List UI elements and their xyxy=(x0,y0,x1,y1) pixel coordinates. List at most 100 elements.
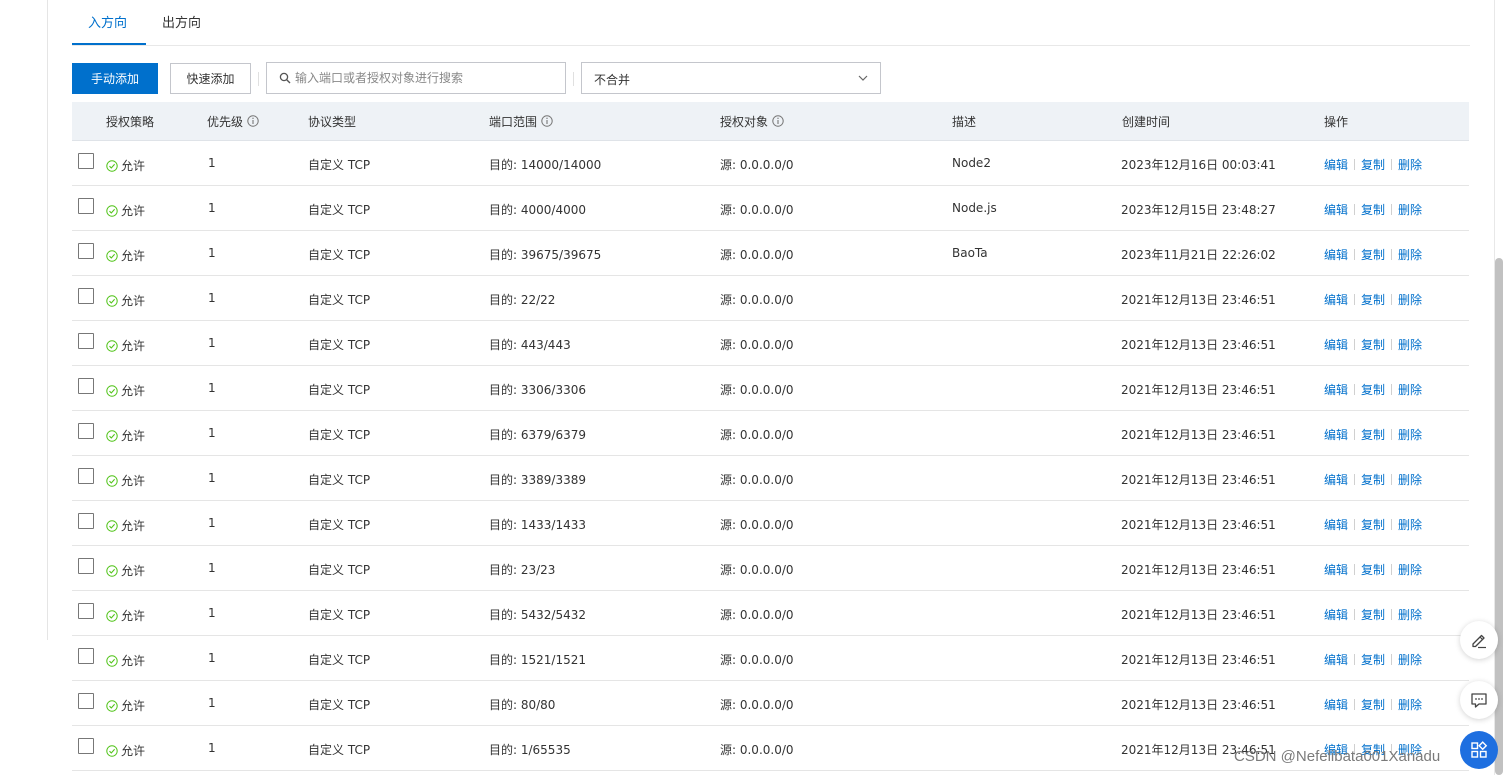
port-range-cell: 目的: 1/65535 xyxy=(489,743,571,757)
delete-link[interactable]: 删除 xyxy=(1398,428,1422,442)
chat-icon xyxy=(1471,693,1487,708)
manual-add-button[interactable]: 手动添加 xyxy=(72,63,158,94)
edit-link[interactable]: 编辑 xyxy=(1324,563,1348,577)
delete-link[interactable]: 删除 xyxy=(1398,158,1422,172)
port-range-cell: 目的: 80/80 xyxy=(489,698,556,712)
row-checkbox[interactable] xyxy=(78,468,94,484)
copy-link[interactable]: 复制 xyxy=(1361,383,1385,397)
search-input[interactable] xyxy=(295,63,561,93)
row-actions: 编辑 复制 删除 xyxy=(1324,201,1422,218)
row-checkbox[interactable] xyxy=(78,738,94,754)
delete-link[interactable]: 删除 xyxy=(1398,698,1422,712)
tab-inbound[interactable]: 入方向 xyxy=(88,14,127,34)
policy-label: 允许 xyxy=(121,519,146,533)
port-range-cell: 目的: 22/22 xyxy=(489,293,556,307)
edit-link[interactable]: 编辑 xyxy=(1324,518,1348,532)
edit-link[interactable]: 编辑 xyxy=(1324,203,1348,217)
policy-cell: 允许 xyxy=(106,742,145,759)
delete-link[interactable]: 删除 xyxy=(1398,653,1422,667)
row-checkbox[interactable] xyxy=(78,333,94,349)
row-checkbox[interactable] xyxy=(78,558,94,574)
edit-link[interactable]: 编辑 xyxy=(1324,338,1348,352)
edit-link[interactable]: 编辑 xyxy=(1324,653,1348,667)
copy-link[interactable]: 复制 xyxy=(1361,518,1385,532)
copy-link[interactable]: 复制 xyxy=(1361,248,1385,262)
column-header-priority: 优先级 xyxy=(207,113,259,130)
copy-link[interactable]: 复制 xyxy=(1361,203,1385,217)
delete-link[interactable]: 删除 xyxy=(1398,248,1422,262)
row-actions: 编辑 复制 删除 xyxy=(1324,696,1422,713)
policy-label: 允许 xyxy=(121,249,146,263)
copy-link[interactable]: 复制 xyxy=(1361,428,1385,442)
copy-link[interactable]: 复制 xyxy=(1361,338,1385,352)
apps-button[interactable] xyxy=(1460,731,1498,769)
policy-cell: 允许 xyxy=(106,337,145,354)
chat-button[interactable] xyxy=(1460,681,1498,719)
copy-link[interactable]: 复制 xyxy=(1361,293,1385,307)
delete-link[interactable]: 删除 xyxy=(1398,608,1422,622)
edit-link[interactable]: 编辑 xyxy=(1324,248,1348,262)
edit-link[interactable]: 编辑 xyxy=(1324,698,1348,712)
delete-link[interactable]: 删除 xyxy=(1398,338,1422,352)
port-range-cell: 目的: 1433/1433 xyxy=(489,518,586,532)
table-body: 允许 1 自定义 TCP 目的: 14000/14000 源: 0.0.0.0/0 Nod… xyxy=(72,141,1469,771)
priority-cell: 1 xyxy=(208,561,216,575)
row-checkbox[interactable] xyxy=(78,648,94,664)
quick-add-button[interactable]: 快速添加 xyxy=(170,63,251,94)
row-checkbox[interactable] xyxy=(78,603,94,619)
check-circle-icon xyxy=(106,655,118,667)
edit-link[interactable]: 编辑 xyxy=(1324,383,1348,397)
row-checkbox[interactable] xyxy=(78,513,94,529)
copy-link[interactable]: 复制 xyxy=(1361,698,1385,712)
policy-label: 允许 xyxy=(121,609,146,623)
table-row: 允许 1 自定义 TCP 目的: 443/443 源: 0.0.0.0/0 2021年12… xyxy=(72,321,1469,366)
tab-outbound[interactable]: 出方向 xyxy=(162,14,201,34)
column-header-source: 授权对象 xyxy=(720,113,784,130)
info-icon[interactable] xyxy=(247,115,259,127)
apps-grid-icon xyxy=(1471,741,1488,758)
row-checkbox[interactable] xyxy=(78,243,94,259)
watermark: CSDN @Nefelibata001Xanadu xyxy=(1234,748,1441,765)
row-checkbox[interactable] xyxy=(78,153,94,169)
port-range-cell: 目的: 3306/3306 xyxy=(489,383,586,397)
priority-cell: 1 xyxy=(208,606,216,620)
column-header-port-range-label: 端口范围 xyxy=(489,115,538,129)
row-actions: 编辑 复制 删除 xyxy=(1324,426,1422,443)
delete-link[interactable]: 删除 xyxy=(1398,473,1422,487)
copy-link[interactable]: 复制 xyxy=(1361,473,1385,487)
row-checkbox[interactable] xyxy=(78,693,94,709)
row-checkbox[interactable] xyxy=(78,423,94,439)
description-cell: Node2 xyxy=(952,156,991,170)
delete-link[interactable]: 删除 xyxy=(1398,518,1422,532)
action-divider xyxy=(1391,474,1393,485)
delete-link[interactable]: 删除 xyxy=(1398,563,1422,577)
edit-link[interactable]: 编辑 xyxy=(1324,158,1348,172)
copy-link[interactable]: 复制 xyxy=(1361,563,1385,577)
delete-link[interactable]: 删除 xyxy=(1398,203,1422,217)
merge-select-value: 不合并 xyxy=(594,73,631,87)
search-box[interactable] xyxy=(266,62,566,94)
edit-link[interactable]: 编辑 xyxy=(1324,608,1348,622)
delete-link[interactable]: 删除 xyxy=(1398,383,1422,397)
merge-select[interactable]: 不合并 xyxy=(581,62,881,94)
protocol-cell: 自定义 TCP xyxy=(308,428,371,442)
action-divider xyxy=(1354,294,1356,305)
protocol-cell: 自定义 TCP xyxy=(308,698,371,712)
edit-link[interactable]: 编辑 xyxy=(1324,293,1348,307)
copy-link[interactable]: 复制 xyxy=(1361,158,1385,172)
row-checkbox[interactable] xyxy=(78,378,94,394)
info-icon[interactable] xyxy=(772,115,784,127)
copy-link[interactable]: 复制 xyxy=(1361,653,1385,667)
delete-link[interactable]: 删除 xyxy=(1398,293,1422,307)
policy-cell: 允许 xyxy=(106,652,145,669)
edit-feedback-button[interactable] xyxy=(1460,621,1498,659)
row-checkbox[interactable] xyxy=(78,288,94,304)
edit-link[interactable]: 编辑 xyxy=(1324,473,1348,487)
info-icon[interactable] xyxy=(541,115,553,127)
edit-link[interactable]: 编辑 xyxy=(1324,428,1348,442)
source-cell: 源: 0.0.0.0/0 xyxy=(720,293,794,307)
row-checkbox[interactable] xyxy=(78,198,94,214)
copy-link[interactable]: 复制 xyxy=(1361,608,1385,622)
action-divider xyxy=(1391,294,1393,305)
protocol-cell: 自定义 TCP xyxy=(308,608,371,622)
